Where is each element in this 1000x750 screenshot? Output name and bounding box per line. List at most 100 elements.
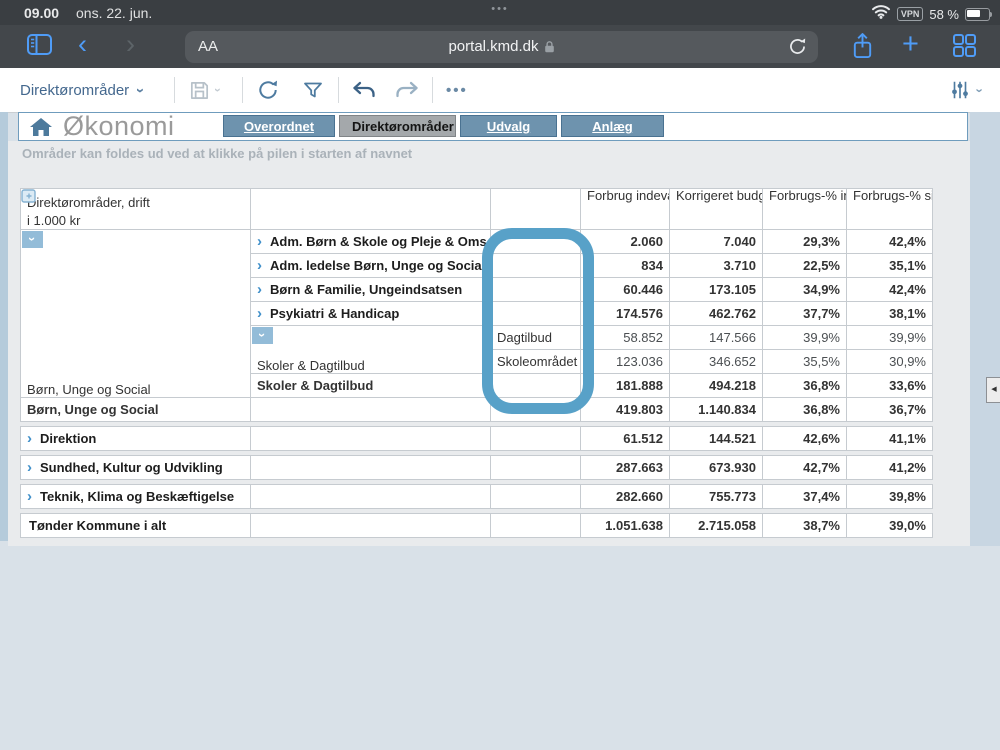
value-cell: 36,8%	[763, 374, 847, 398]
empty-cell	[491, 230, 581, 254]
sidebar-icon[interactable]	[26, 33, 53, 61]
report-toolbar: Direktørområder › › ••• ›	[0, 68, 1000, 113]
pivot-table-main: Direktørområder, drift i 1.000 kr Forbru…	[20, 188, 933, 422]
group-cell-skoler-dagtilbud: › Skoler & Dagtilbud	[251, 326, 491, 374]
back-icon[interactable]: ‹	[78, 31, 87, 58]
lock-icon	[544, 40, 555, 53]
share-icon[interactable]	[850, 32, 875, 66]
expand-row-icon[interactable]: ›	[257, 305, 262, 322]
divider	[242, 77, 243, 103]
empty-cell	[491, 398, 581, 422]
tab-anlaeg[interactable]: Anlæg	[561, 115, 664, 137]
table-row: ›Direktion 61.512 144.521 42,6% 41,1%	[21, 427, 933, 451]
tab-overview-icon[interactable]	[952, 33, 977, 63]
collapse-group-button[interactable]: ›	[252, 327, 273, 344]
hint-text: Områder kan foldes ud ved at klikke på p…	[22, 146, 412, 161]
value-cell: 2.715.058	[670, 514, 763, 538]
home-icon[interactable]	[28, 116, 54, 143]
expand-row-icon[interactable]: ›	[257, 233, 262, 250]
empty-cell	[491, 427, 581, 451]
reload-icon[interactable]	[787, 36, 808, 62]
row-name-cell: ›Børn & Familie, Ungeindsatsen	[251, 278, 491, 302]
expand-all-icon[interactable]	[21, 189, 37, 206]
value-cell: 42,4%	[847, 230, 933, 254]
group-label: Skoler & Dagtilbud	[257, 358, 365, 373]
tab-direktoromrader[interactable]: Direktørområder	[339, 115, 456, 137]
value-cell: 37,4%	[763, 485, 847, 509]
redo-button[interactable]	[394, 68, 421, 112]
value-cell: 39,9%	[847, 326, 933, 350]
pivot-table-section: ›Sundhed, Kultur og Udvikling 287.663 67…	[20, 455, 933, 480]
row-name-cell: ›Psykiatri & Handicap	[251, 302, 491, 326]
undo-button[interactable]	[350, 68, 377, 112]
empty-cell	[251, 456, 491, 480]
empty-cell	[491, 514, 581, 538]
table-row: ›Teknik, Klima og Beskæftigelse 282.660 …	[21, 485, 933, 509]
value-cell: 35,1%	[847, 254, 933, 278]
value-cell: 29,3%	[763, 230, 847, 254]
value-cell: 22,5%	[763, 254, 847, 278]
value-cell: 1.051.638	[581, 514, 670, 538]
refresh-icon	[256, 78, 280, 102]
save-button[interactable]: ›	[188, 68, 220, 112]
view-selector-dropdown[interactable]: Direktørområder ›	[20, 68, 143, 112]
expand-row-icon[interactable]: ›	[257, 281, 262, 298]
pivot-table: Direktørområder, drift i 1.000 kr Forbru…	[20, 188, 932, 538]
pivot-table-total: Tønder Kommune i alt 1.051.638 2.715.058…	[20, 513, 933, 538]
value-cell: 37,7%	[763, 302, 847, 326]
url-label: portal.kmd.dk	[185, 38, 818, 55]
multitask-dots-icon: •••	[0, 3, 1000, 15]
display-settings-button[interactable]: ›	[949, 68, 982, 112]
table-title-line2: i 1.000 kr	[27, 212, 244, 230]
column-header: Korrigeret budget indeværende år	[670, 189, 763, 230]
empty-cell	[491, 485, 581, 509]
table-row: › Børn, Unge og Social ›Adm. Børn & Skol…	[21, 230, 933, 254]
more-options-button[interactable]: •••	[446, 68, 468, 112]
value-cell: 144.521	[670, 427, 763, 451]
value-cell: 36,8%	[763, 398, 847, 422]
value-cell: 36,7%	[847, 398, 933, 422]
table-row: ›Sundhed, Kultur og Udvikling 287.663 67…	[21, 456, 933, 480]
redo-icon	[394, 78, 421, 102]
forward-icon[interactable]: ›	[126, 31, 135, 58]
value-cell: 42,7%	[763, 456, 847, 480]
divider	[174, 77, 175, 103]
address-bar[interactable]: AA portal.kmd.dk	[185, 31, 818, 63]
page-header: Økonomi Overordnet ØK Direktørområder Ud…	[18, 112, 968, 141]
row-name-cell: ›Adm. ledelse Børn, Unge og Social	[251, 254, 491, 278]
expand-row-icon[interactable]: ›	[257, 257, 262, 274]
new-tab-icon[interactable]: +	[902, 31, 919, 58]
collapse-group-button[interactable]: ›	[22, 231, 43, 248]
expand-row-icon[interactable]: ›	[27, 459, 32, 476]
value-cell: 2.060	[581, 230, 670, 254]
empty-cell	[491, 302, 581, 326]
status-bar: 09.00 ons. 22. jun. ••• VPN 58 %	[0, 0, 1000, 25]
expand-row-icon[interactable]: ›	[27, 488, 32, 505]
value-cell: 39,9%	[763, 326, 847, 350]
value-cell: 33,6%	[847, 374, 933, 398]
panel-collapse-handle[interactable]: ◀	[986, 377, 1000, 403]
empty-header-cell	[491, 189, 581, 230]
empty-cell	[251, 398, 491, 422]
value-cell: 61.512	[581, 427, 670, 451]
filter-button[interactable]	[302, 68, 324, 112]
expand-row-icon[interactable]: ›	[27, 430, 32, 447]
total-name-cell: Tønder Kommune i alt	[21, 514, 251, 538]
value-cell: 38,1%	[847, 302, 933, 326]
empty-header-cell	[251, 189, 491, 230]
empty-cell	[251, 427, 491, 451]
chevron-down-icon: ›	[972, 88, 987, 92]
refresh-button[interactable]	[256, 68, 280, 112]
value-cell: 30,9%	[847, 350, 933, 374]
column-header: Forbrugs-% indeværende år	[763, 189, 847, 230]
empty-cell	[491, 456, 581, 480]
value-cell: 42,6%	[763, 427, 847, 451]
tab-overordnet-ok[interactable]: Overordnet ØK	[223, 115, 335, 137]
browser-toolbar: ‹ › AA portal.kmd.dk +	[0, 25, 1000, 68]
empty-cell	[491, 278, 581, 302]
tab-udvalg[interactable]: Udvalg	[460, 115, 557, 137]
column-header: Forbrug indeværende år	[581, 189, 670, 230]
row-name-cell: ›Adm. Børn & Skole og Pleje & Omsorg	[251, 230, 491, 254]
value-cell: 60.446	[581, 278, 670, 302]
value-cell: 282.660	[581, 485, 670, 509]
